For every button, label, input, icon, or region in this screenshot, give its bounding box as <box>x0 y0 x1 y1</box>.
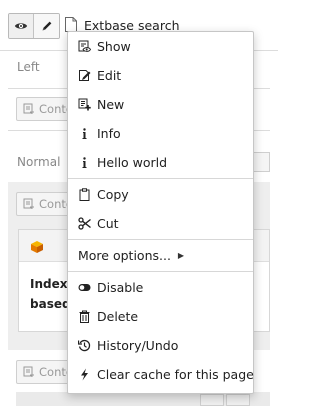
menu-item-label: History/Undo <box>97 338 179 353</box>
menu-item-disable[interactable]: Disable <box>68 273 253 302</box>
menu-item-info[interactable]: Info <box>68 119 253 148</box>
history-icon <box>78 339 91 352</box>
pencil-icon <box>42 21 51 31</box>
plugin-cube-icon <box>31 241 43 253</box>
menu-item-label: Edit <box>97 68 122 83</box>
eye-icon <box>14 23 28 29</box>
menu-item-history-undo[interactable]: History/Undo <box>68 331 253 360</box>
element-control-button[interactable] <box>200 394 224 406</box>
menu-divider <box>68 271 253 272</box>
menu-item-label: Show <box>97 39 131 54</box>
new-content-icon <box>23 366 34 377</box>
menu-item-more-options[interactable]: More options... ▶ <box>68 241 253 270</box>
new-content-icon <box>23 198 34 209</box>
menu-item-new[interactable]: New <box>68 90 253 119</box>
new-icon <box>78 98 91 111</box>
menu-item-label: Copy <box>97 187 129 202</box>
menu-item-cut[interactable]: Cut <box>68 209 253 238</box>
menu-item-show[interactable]: Show <box>68 32 253 61</box>
edit-icon <box>78 69 91 82</box>
menu-item-copy[interactable]: Copy <box>68 180 253 209</box>
menu-item-hello-world[interactable]: Hello world <box>68 148 253 177</box>
context-menu: Show Edit New Info Hello world Copy Cut … <box>67 31 254 394</box>
menu-divider <box>68 239 253 240</box>
info-icon <box>78 156 91 169</box>
menu-item-label: Cut <box>97 216 119 231</box>
view-button-group <box>8 13 60 39</box>
column-label-normal: Normal <box>17 155 61 169</box>
info-icon <box>78 127 91 140</box>
cut-icon <box>78 217 91 230</box>
menu-item-label: New <box>97 97 125 112</box>
toggle-icon <box>78 281 91 294</box>
trash-icon <box>78 310 91 323</box>
bolt-icon <box>78 368 91 381</box>
menu-item-label: Hello world <box>97 155 168 170</box>
menu-item-label: Info <box>97 126 121 141</box>
element-control-button[interactable] <box>226 394 250 406</box>
edit-page-button[interactable] <box>34 14 59 38</box>
menu-item-clear-cache[interactable]: Clear cache for this page <box>68 360 254 389</box>
menu-item-label: Disable <box>97 280 144 295</box>
menu-item-delete[interactable]: Delete <box>68 302 253 331</box>
show-icon <box>78 40 91 53</box>
copy-icon <box>78 188 91 201</box>
menu-item-label: More options... <box>78 248 171 263</box>
menu-item-label: Clear cache for this page <box>97 367 254 382</box>
menu-item-label: Delete <box>97 309 139 324</box>
chevron-right-icon: ▶ <box>177 251 185 260</box>
page-icon <box>65 17 77 32</box>
menu-item-edit[interactable]: Edit <box>68 61 253 90</box>
new-content-icon <box>23 103 34 114</box>
menu-divider <box>68 178 253 179</box>
column-label-left: Left <box>17 60 40 74</box>
view-button[interactable] <box>9 14 34 38</box>
